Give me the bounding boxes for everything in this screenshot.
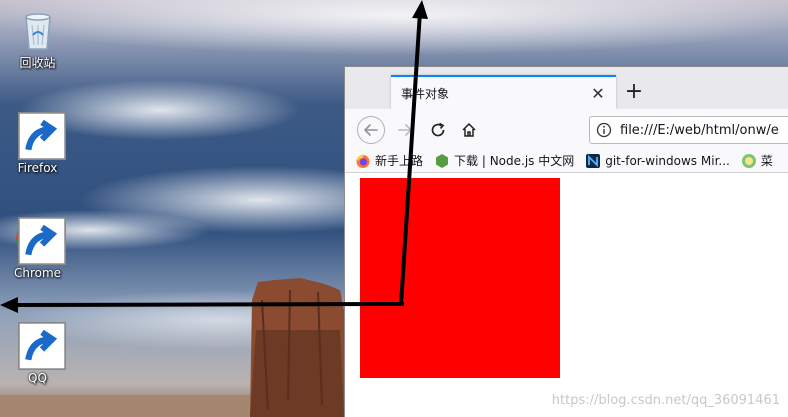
close-tab-icon[interactable]: ✕ xyxy=(590,84,606,103)
address-bar[interactable]: file:///E:/web/html/onw/e xyxy=(589,116,788,144)
git-bash-icon xyxy=(586,153,601,168)
desktop-icon-label: 回收站 xyxy=(19,56,56,70)
firefox-icon xyxy=(356,154,370,168)
shortcut-arrow-icon xyxy=(17,217,66,265)
bookmark-item[interactable]: 下载 | Node.js 中文网 xyxy=(434,152,574,169)
bookmarks-toolbar: 新手上路 下载 | Node.js 中文网 git-for-windows Mi… xyxy=(345,149,788,173)
bookmark-label: 菜 xyxy=(760,154,773,168)
reload-icon xyxy=(431,122,445,137)
reload-button[interactable] xyxy=(426,118,450,142)
red-box[interactable] xyxy=(360,178,560,378)
desktop-icon-qq[interactable]: QQ xyxy=(0,320,75,385)
home-button[interactable] xyxy=(457,118,481,142)
address-url: file:///E:/web/html/onw/e xyxy=(620,122,779,138)
shortcut-arrow-icon xyxy=(17,112,66,160)
forward-button[interactable] xyxy=(393,118,417,142)
bookmark-item[interactable]: 新手上路 xyxy=(355,152,423,169)
shortcut-arrow-icon xyxy=(17,322,66,370)
bookmark-item[interactable]: 菜 xyxy=(741,152,773,169)
bookmark-label: git-for-windows Mir... xyxy=(605,153,730,168)
navigation-toolbar: file:///E:/web/html/onw/e xyxy=(345,109,788,149)
bookmark-label: 新手上路 xyxy=(375,154,424,168)
new-tab-button[interactable]: + xyxy=(623,81,645,103)
bookmark-item[interactable]: git-for-windows Mir... xyxy=(585,153,730,169)
desktop-icon-firefox[interactable]: Firefox xyxy=(0,110,75,175)
watermark-text: https://blog.csdn.net/qq_36091461 xyxy=(551,393,780,408)
tab-title: 事件对象 xyxy=(401,86,450,101)
back-button[interactable] xyxy=(357,116,385,144)
arrow-left-icon xyxy=(363,124,378,136)
cooking-icon xyxy=(741,153,756,168)
tab-active[interactable]: 事件对象 ✕ xyxy=(391,75,616,109)
desktop-icon-chrome[interactable]: Chrome xyxy=(0,215,75,280)
home-icon xyxy=(462,122,476,137)
desktop-icon-label: QQ xyxy=(28,371,47,385)
desktop-icon-label: Firefox xyxy=(17,161,58,175)
info-icon[interactable] xyxy=(596,122,612,138)
arrow-right-icon xyxy=(398,124,413,136)
tab-strip: 事件对象 ✕ + xyxy=(345,67,788,109)
desktop-icon-recycle-bin[interactable]: 回收站 xyxy=(0,5,75,70)
bookmark-label: 下载 | Node.js 中文网 xyxy=(454,154,575,168)
desktop-icon-label: Chrome xyxy=(13,266,62,280)
recycle-bin-icon xyxy=(24,13,51,50)
browser-window: 事件对象 ✕ + file:///E:/web/html/onw/e 新手上路 … xyxy=(344,66,788,417)
nodejs-icon xyxy=(436,153,449,168)
page-content: https://blog.csdn.net/qq_36091461 xyxy=(345,173,788,417)
